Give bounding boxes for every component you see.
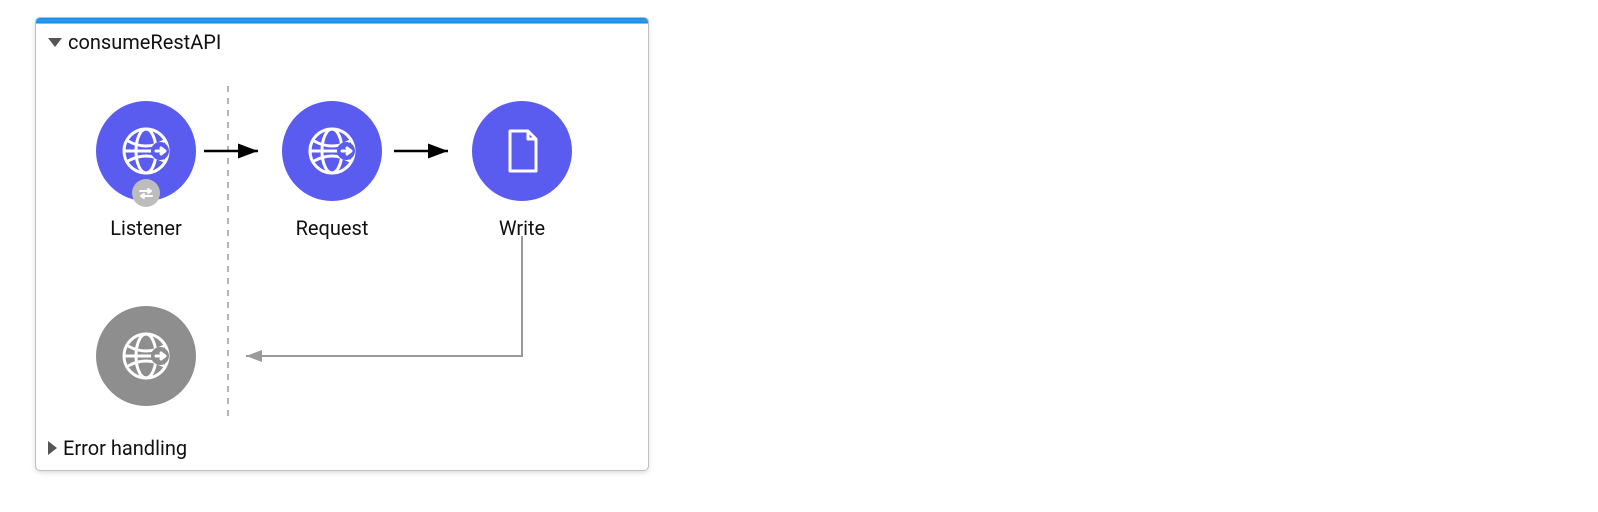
flow-title: consumeRestAPI (68, 30, 221, 54)
http-request-icon (302, 121, 362, 181)
file-write-icon (492, 121, 552, 181)
exchange-badge-icon (132, 179, 160, 207)
listener-label: Listener (86, 216, 206, 240)
listener-node[interactable] (96, 101, 196, 201)
request-label: Request (272, 216, 392, 240)
flow-canvas[interactable]: Listener Request (36, 56, 648, 426)
error-handling-label: Error handling (63, 436, 187, 460)
write-node[interactable] (472, 101, 572, 201)
flow-panel: consumeRestAPI (36, 18, 648, 470)
response-node[interactable] (96, 306, 196, 406)
caret-down-icon (48, 38, 62, 47)
caret-right-icon (48, 441, 57, 455)
write-label: Write (462, 216, 582, 240)
request-node[interactable] (282, 101, 382, 201)
http-listener-icon (116, 121, 176, 181)
error-handling-header[interactable]: Error handling (36, 428, 648, 470)
http-response-icon (116, 326, 176, 386)
flow-header[interactable]: consumeRestAPI (36, 24, 648, 56)
